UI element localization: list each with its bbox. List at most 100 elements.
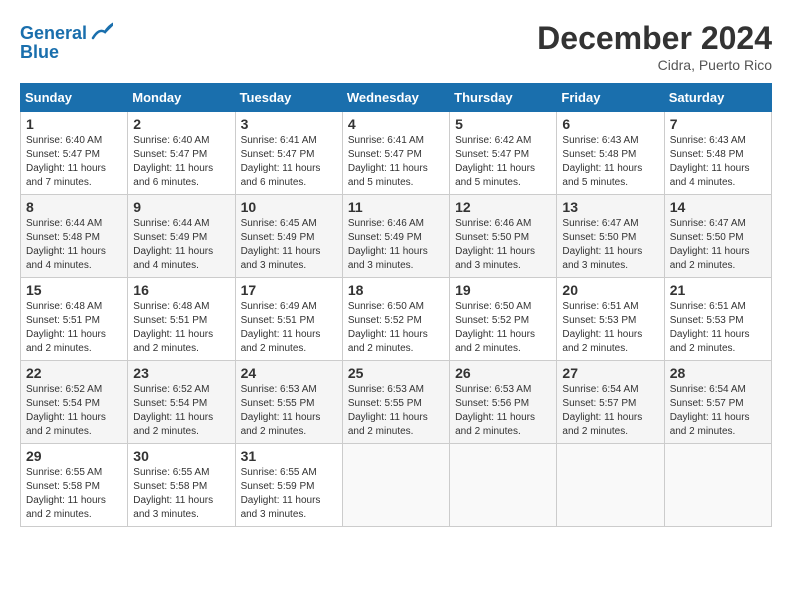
calendar-cell: 30 Sunrise: 6:55 AMSunset: 5:58 PMDayligh… (128, 444, 235, 527)
calendar-cell: 23 Sunrise: 6:52 AMSunset: 5:54 PMDayligh… (128, 361, 235, 444)
logo-bird-icon (91, 20, 113, 42)
day-info: Sunrise: 6:44 AMSunset: 5:48 PMDaylight:… (26, 217, 122, 273)
day-info: Sunrise: 6:55 AMSunset: 5:58 PMDaylight:… (26, 466, 122, 522)
logo-text: General (20, 24, 87, 44)
day-number: 8 (26, 199, 122, 215)
calendar-cell: 17Sunrise: 6:49 AMSunset: 5:51 PMDayligh… (235, 278, 342, 361)
column-header-friday: Friday (557, 84, 664, 112)
day-info: Sunrise: 6:50 AMSunset: 5:52 PMDaylight:… (348, 300, 444, 356)
calendar-cell: 7 Sunrise: 6:43 AMSunset: 5:48 PMDaylight… (664, 112, 771, 195)
calendar-cell: 5Sunrise: 6:42 AMSunset: 5:47 PMDaylight… (450, 112, 557, 195)
calendar-cell: 22 Sunrise: 6:52 AMSunset: 5:54 PMDayligh… (21, 361, 128, 444)
calendar-cell: 8 Sunrise: 6:44 AMSunset: 5:48 PMDaylight… (21, 195, 128, 278)
calendar-week-row: 1Sunrise: 6:40 AMSunset: 5:47 PMDaylight… (21, 112, 772, 195)
day-info: Sunrise: 6:47 AMSunset: 5:50 PMDaylight:… (562, 217, 658, 273)
day-number: 16 (133, 282, 229, 298)
day-info: Sunrise: 6:50 AMSunset: 5:52 PMDaylight:… (455, 300, 551, 356)
column-header-monday: Monday (128, 84, 235, 112)
day-number: 21 (670, 282, 766, 298)
calendar-cell: 6 Sunrise: 6:43 AMSunset: 5:48 PMDaylight… (557, 112, 664, 195)
day-number: 9 (133, 199, 229, 215)
day-number: 28 (670, 365, 766, 381)
day-info: Sunrise: 6:55 AMSunset: 5:58 PMDaylight:… (133, 466, 229, 522)
day-info: Sunrise: 6:51 AMSunset: 5:53 PMDaylight:… (562, 300, 658, 356)
day-number: 10 (241, 199, 337, 215)
calendar-cell: 3 Sunrise: 6:41 AMSunset: 5:47 PMDaylight… (235, 112, 342, 195)
location: Cidra, Puerto Rico (537, 57, 772, 73)
day-info: Sunrise: 6:49 AMSunset: 5:51 PMDaylight:… (241, 300, 337, 356)
calendar-week-row: 8 Sunrise: 6:44 AMSunset: 5:48 PMDaylight… (21, 195, 772, 278)
calendar-cell: 19Sunrise: 6:50 AMSunset: 5:52 PMDayligh… (450, 278, 557, 361)
day-info: Sunrise: 6:52 AMSunset: 5:54 PMDaylight:… (133, 383, 229, 439)
calendar-cell: 25 Sunrise: 6:53 AMSunset: 5:55 PMDayligh… (342, 361, 449, 444)
day-number: 30 (133, 448, 229, 464)
month-title: December 2024 (537, 20, 772, 57)
day-info: Sunrise: 6:48 AMSunset: 5:51 PMDaylight:… (133, 300, 229, 356)
day-info: Sunrise: 6:46 AMSunset: 5:49 PMDaylight:… (348, 217, 444, 273)
calendar-cell (557, 444, 664, 527)
day-number: 13 (562, 199, 658, 215)
calendar-week-row: 22 Sunrise: 6:52 AMSunset: 5:54 PMDayligh… (21, 361, 772, 444)
calendar-cell (342, 444, 449, 527)
calendar-cell: 24Sunrise: 6:53 AMSunset: 5:55 PMDayligh… (235, 361, 342, 444)
calendar-cell: 2Sunrise: 6:40 AMSunset: 5:47 PMDaylight… (128, 112, 235, 195)
calendar-cell: 31Sunrise: 6:55 AMSunset: 5:59 PMDayligh… (235, 444, 342, 527)
day-info: Sunrise: 6:47 AMSunset: 5:50 PMDaylight:… (670, 217, 766, 273)
calendar-cell: 15 Sunrise: 6:48 AMSunset: 5:51 PMDayligh… (21, 278, 128, 361)
calendar-cell: 27Sunrise: 6:54 AMSunset: 5:57 PMDayligh… (557, 361, 664, 444)
page-header: General Blue December 2024 Cidra, Puerto… (20, 20, 772, 73)
column-header-saturday: Saturday (664, 84, 771, 112)
calendar-cell: 21 Sunrise: 6:51 AMSunset: 5:53 PMDayligh… (664, 278, 771, 361)
calendar-cell: 9 Sunrise: 6:44 AMSunset: 5:49 PMDaylight… (128, 195, 235, 278)
day-info: Sunrise: 6:43 AMSunset: 5:48 PMDaylight:… (670, 134, 766, 190)
calendar-cell: 28Sunrise: 6:54 AMSunset: 5:57 PMDayligh… (664, 361, 771, 444)
day-number: 12 (455, 199, 551, 215)
day-info: Sunrise: 6:41 AMSunset: 5:47 PMDaylight:… (241, 134, 337, 190)
calendar-cell (664, 444, 771, 527)
day-info: Sunrise: 6:44 AMSunset: 5:49 PMDaylight:… (133, 217, 229, 273)
column-header-tuesday: Tuesday (235, 84, 342, 112)
day-number: 1 (26, 116, 122, 132)
calendar-week-row: 29 Sunrise: 6:55 AMSunset: 5:58 PMDayligh… (21, 444, 772, 527)
day-number: 3 (241, 116, 337, 132)
calendar-cell: 11 Sunrise: 6:46 AMSunset: 5:49 PMDayligh… (342, 195, 449, 278)
column-header-wednesday: Wednesday (342, 84, 449, 112)
calendar-cell: 13 Sunrise: 6:47 AMSunset: 5:50 PMDayligh… (557, 195, 664, 278)
day-number: 27 (562, 365, 658, 381)
calendar-cell: 1Sunrise: 6:40 AMSunset: 5:47 PMDaylight… (21, 112, 128, 195)
day-number: 29 (26, 448, 122, 464)
day-info: Sunrise: 6:51 AMSunset: 5:53 PMDaylight:… (670, 300, 766, 356)
calendar-cell: 14 Sunrise: 6:47 AMSunset: 5:50 PMDayligh… (664, 195, 771, 278)
day-info: Sunrise: 6:52 AMSunset: 5:54 PMDaylight:… (26, 383, 122, 439)
calendar-cell: 29 Sunrise: 6:55 AMSunset: 5:58 PMDayligh… (21, 444, 128, 527)
title-block: December 2024 Cidra, Puerto Rico (537, 20, 772, 73)
day-number: 26 (455, 365, 551, 381)
calendar-cell (450, 444, 557, 527)
day-info: Sunrise: 6:53 AMSunset: 5:55 PMDaylight:… (348, 383, 444, 439)
day-info: Sunrise: 6:41 AMSunset: 5:47 PMDaylight:… (348, 134, 444, 190)
calendar-table: SundayMondayTuesdayWednesdayThursdayFrid… (20, 83, 772, 527)
day-number: 5 (455, 116, 551, 132)
day-number: 22 (26, 365, 122, 381)
logo-blue-text: Blue (20, 43, 59, 63)
calendar-cell: 26Sunrise: 6:53 AMSunset: 5:56 PMDayligh… (450, 361, 557, 444)
day-number: 23 (133, 365, 229, 381)
day-info: Sunrise: 6:53 AMSunset: 5:55 PMDaylight:… (241, 383, 337, 439)
day-info: Sunrise: 6:43 AMSunset: 5:48 PMDaylight:… (562, 134, 658, 190)
logo: General Blue (20, 20, 113, 63)
calendar-cell: 12Sunrise: 6:46 AMSunset: 5:50 PMDayligh… (450, 195, 557, 278)
day-number: 2 (133, 116, 229, 132)
day-number: 15 (26, 282, 122, 298)
day-info: Sunrise: 6:45 AMSunset: 5:49 PMDaylight:… (241, 217, 337, 273)
day-number: 4 (348, 116, 444, 132)
calendar-cell: 4 Sunrise: 6:41 AMSunset: 5:47 PMDaylight… (342, 112, 449, 195)
day-number: 6 (562, 116, 658, 132)
day-number: 14 (670, 199, 766, 215)
day-number: 25 (348, 365, 444, 381)
calendar-cell: 20Sunrise: 6:51 AMSunset: 5:53 PMDayligh… (557, 278, 664, 361)
calendar-week-row: 15 Sunrise: 6:48 AMSunset: 5:51 PMDayligh… (21, 278, 772, 361)
day-number: 11 (348, 199, 444, 215)
calendar-cell: 16 Sunrise: 6:48 AMSunset: 5:51 PMDayligh… (128, 278, 235, 361)
day-number: 7 (670, 116, 766, 132)
day-info: Sunrise: 6:48 AMSunset: 5:51 PMDaylight:… (26, 300, 122, 356)
